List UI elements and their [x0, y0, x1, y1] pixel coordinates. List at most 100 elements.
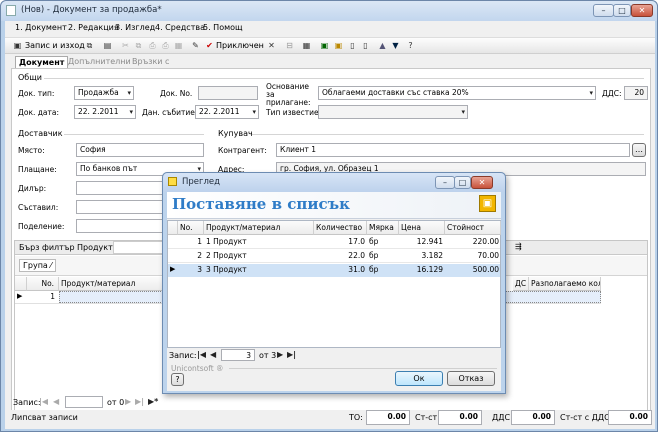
doc-type-label: Док. тип: — [18, 89, 55, 98]
table-row[interactable]: 2 2 Продукт 22.0 бр 3.182 70.00 — [168, 250, 500, 263]
record-navigator: Запис: |◀ ◀ от 0 ▶ ▶| ▶* — [11, 396, 311, 409]
cell-value: 500.00 — [472, 265, 499, 274]
table-icon[interactable]: ▦ — [300, 40, 313, 52]
close-icon[interactable]: ✕ — [631, 4, 653, 17]
menu-tools[interactable]: 4. Средства — [155, 23, 205, 32]
pages-icon[interactable]: ▯ — [359, 40, 372, 52]
cancel-button[interactable]: Отказ — [447, 371, 495, 386]
close-doc-icon[interactable]: ✕ — [265, 40, 278, 52]
column-header-no[interactable]: No. — [27, 277, 59, 291]
first-record-icon[interactable]: |◀ — [197, 350, 206, 359]
table-row-selected[interactable]: ▶ 3 3 Продукт 31.0 бр 16.129 500.00 — [168, 264, 500, 277]
insert-icon[interactable]: ▣ — [318, 40, 331, 52]
product-filter-label: Продукт: — [77, 243, 116, 252]
contractor-browse-button[interactable]: … — [632, 143, 646, 157]
chevron-down-icon: ▾ — [461, 108, 465, 116]
export-icon[interactable]: ▦ — [172, 40, 185, 52]
cell-no: 3 — [197, 265, 202, 274]
cut-icon[interactable]: ✂ — [119, 40, 132, 52]
next-record-icon[interactable]: ▶ — [277, 350, 283, 359]
group-chip[interactable]: Група ⁄ — [19, 259, 56, 272]
menu-help[interactable]: 5. Помощ — [203, 23, 243, 32]
dialog-column-qty[interactable]: Количество — [314, 221, 367, 235]
menu-edit[interactable]: 2. Редакция — [68, 23, 119, 32]
dialog-close-icon[interactable]: ✕ — [471, 176, 493, 189]
last-record-icon[interactable]: ▶| — [287, 350, 296, 359]
ok-button[interactable]: Ок — [395, 371, 443, 386]
dialog-record-input[interactable]: 3 — [221, 349, 255, 361]
minimize-icon[interactable]: – — [593, 4, 614, 17]
column-header-dc[interactable]: ДС — [513, 277, 529, 291]
menu-view[interactable]: 3. Изглед — [115, 23, 155, 32]
edit-icon[interactable]: ✎ — [189, 40, 202, 52]
dialog-record-navigator: Запис: |◀ ◀ 3 от 3 ▶ ▶| — [169, 349, 369, 362]
move-down-icon[interactable]: ▼ — [389, 40, 402, 52]
banner-logo-icon: ▣ — [479, 195, 496, 212]
dialog-title: Преглед — [182, 177, 221, 187]
buyer-heading: Купувач — [218, 129, 253, 138]
copy-icon[interactable]: ⧉ — [132, 40, 145, 52]
dialog-title-bar: Преглед – □ ✕ — [163, 173, 505, 192]
image-icon[interactable]: ▣ — [332, 40, 345, 52]
tab-document[interactable]: Документ — [15, 56, 69, 68]
vat-rate-field[interactable]: 20 — [624, 86, 648, 100]
basis-select[interactable]: Облагаеми доставки със ставка 20% ▾ — [318, 86, 596, 100]
dialog-maximize-icon[interactable]: □ — [454, 176, 471, 189]
new-record-icon[interactable]: ▶* — [148, 397, 158, 406]
dialog-banner: Поставяне в списък ▣ — [167, 192, 501, 219]
first-record-icon[interactable]: |◀ — [39, 397, 48, 406]
finished-button[interactable]: Приключен — [216, 41, 264, 50]
row-indicator-icon: ▶ — [17, 292, 23, 300]
tab-doc-links[interactable]: Връзки с документи — [129, 56, 181, 77]
doc-no-field[interactable] — [198, 86, 258, 100]
cell-no: 1 — [197, 237, 202, 246]
dialog-help-button[interactable]: ? — [171, 373, 184, 386]
last-record-icon[interactable]: ▶| — [135, 397, 144, 406]
total-to-label: ТО: — [349, 413, 363, 422]
brand-label: Unicontsoft ® — [171, 364, 224, 373]
prev-record-icon[interactable]: ◀ — [210, 350, 216, 359]
prev-record-icon[interactable]: ◀ — [53, 397, 59, 406]
dialog-column-value[interactable]: Стойност — [445, 221, 501, 235]
dealer-field[interactable] — [76, 181, 174, 195]
print-icon[interactable]: ⎙ — [146, 40, 159, 52]
help-icon[interactable]: ? — [404, 40, 417, 52]
doc-date-picker[interactable]: 22. 2.2011 ▾ — [74, 105, 136, 119]
event-date-picker[interactable]: 22. 2.2011 ▾ — [195, 105, 259, 119]
tab-additional[interactable]: Допълнителни — [65, 56, 134, 68]
dialog-column-no[interactable]: No. — [178, 221, 204, 235]
new-page-icon[interactable]: ▯ — [346, 40, 359, 52]
notice-type-select[interactable]: ▾ — [318, 105, 468, 119]
composer-field[interactable] — [76, 200, 174, 214]
doc-type-select[interactable]: Продажба ▾ — [74, 86, 134, 100]
record-number-input[interactable] — [65, 396, 103, 408]
cell-unit: бр — [369, 237, 379, 246]
table-row[interactable]: 1 1 Продукт 17.0 бр 12.941 220.00 — [168, 236, 500, 249]
status-text: Липсват записи — [11, 413, 78, 422]
place-field[interactable]: София — [76, 143, 204, 157]
cell-price: 12.941 — [416, 237, 443, 246]
move-up-icon[interactable]: ▲ — [376, 40, 389, 52]
copy-doc-icon[interactable]: ⧉ — [83, 40, 96, 52]
save-exit-button[interactable]: Запис и изход — [25, 41, 85, 50]
delete-doc-icon[interactable]: ▤ — [101, 40, 114, 52]
print-preview-icon[interactable]: ⎙ — [159, 40, 172, 52]
dialog-column-product[interactable]: Продукт/материал — [204, 221, 314, 235]
filter-options-icon[interactable]: ⇶ — [515, 242, 522, 251]
maximize-icon[interactable]: □ — [613, 4, 631, 17]
ruler-icon[interactable]: ⊟ — [283, 40, 296, 52]
contractor-label: Контрагент: — [218, 146, 267, 155]
next-record-icon[interactable]: ▶ — [125, 397, 131, 406]
dialog-column-unit[interactable]: Мярка — [367, 221, 399, 235]
payment-label: Плащане: — [18, 165, 57, 174]
finished-check-icon[interactable]: ✔ — [203, 40, 216, 52]
menu-document[interactable]: 1. Документ — [15, 23, 67, 32]
save-icon[interactable]: ▣ — [11, 40, 24, 52]
dialog-minimize-icon[interactable]: – — [435, 176, 455, 189]
contractor-field[interactable]: Клиент 1 — [276, 143, 630, 157]
column-header-available[interactable]: Разполагаемо кол. — [529, 277, 601, 291]
dialog-column-price[interactable]: Цена — [399, 221, 445, 235]
column-header-product[interactable]: Продукт/материал — [59, 277, 169, 291]
preview-grid: No. Продукт/материал Количество Мярка Це… — [167, 220, 501, 348]
division-field[interactable] — [76, 219, 174, 233]
